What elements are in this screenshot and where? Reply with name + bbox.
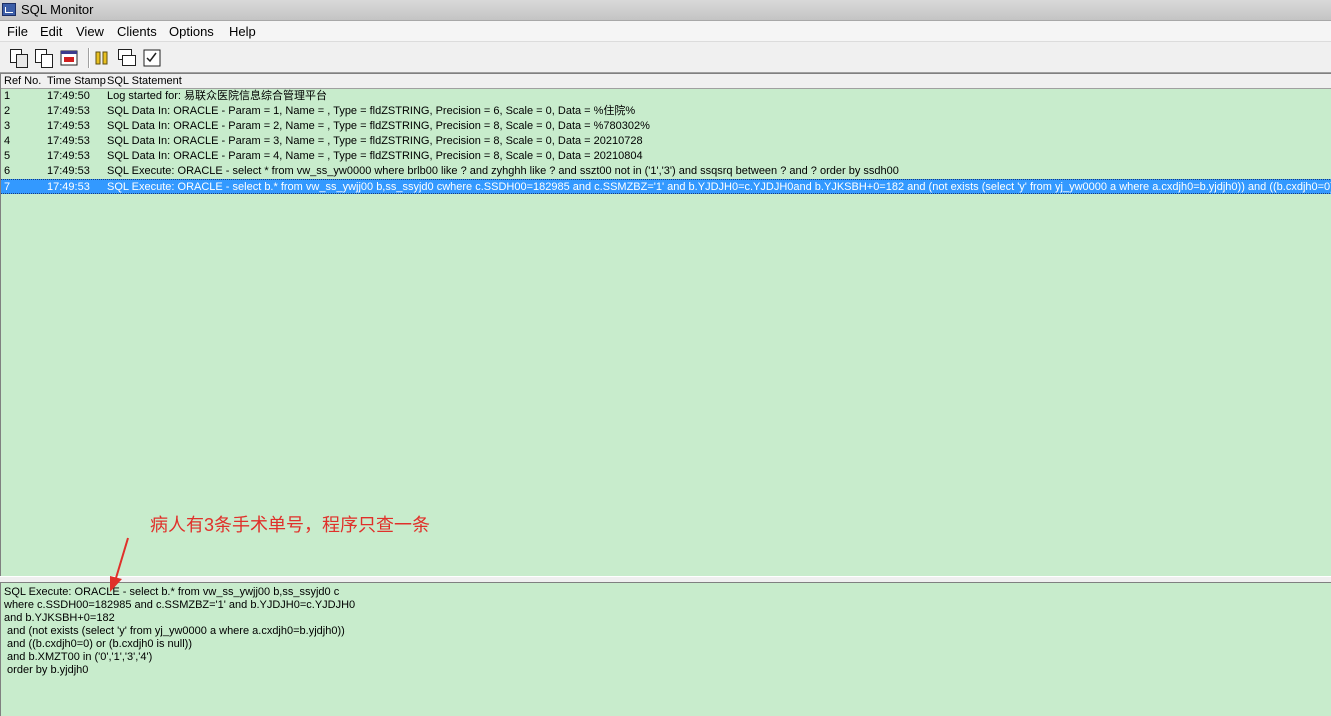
annotation-text: 病人有3条手术单号，程序只查一条: [150, 515, 431, 535]
row-ref: 5: [4, 150, 11, 162]
row-time: 17:49:53: [47, 150, 90, 162]
row-ref: 1: [4, 90, 11, 102]
table-row-selected[interactable]: 7 17:49:53 SQL Execute: ORACLE - select …: [1, 179, 1331, 194]
row-time: 17:49:53: [47, 120, 90, 132]
toolbar: [0, 42, 1331, 73]
table-row[interactable]: 3 17:49:53 SQL Data In: ORACLE - Param =…: [1, 119, 1331, 134]
detail-line: SQL Execute: ORACLE - select b.* from vw…: [4, 586, 340, 598]
header-ref-no[interactable]: Ref No.: [4, 75, 41, 87]
pane-splitter[interactable]: [0, 576, 1331, 583]
menu-clients[interactable]: Clients: [117, 24, 157, 39]
pause-icon[interactable]: [93, 49, 111, 67]
clear-log-icon[interactable]: [60, 49, 78, 67]
row-time: 17:49:50: [47, 90, 90, 102]
tile-windows-icon[interactable]: [118, 49, 136, 67]
detail-line: and b.YJKSBH+0=182: [4, 612, 115, 624]
app-icon: [2, 3, 16, 16]
table-row[interactable]: 5 17:49:53 SQL Data In: ORACLE - Param =…: [1, 149, 1331, 164]
row-time: 17:49:53: [47, 105, 90, 117]
row-ref: 2: [4, 105, 11, 117]
row-sql: SQL Data In: ORACLE - Param = 2, Name = …: [107, 120, 650, 132]
menu-file[interactable]: File: [7, 24, 28, 39]
title-bar: SQL Monitor: [0, 0, 1331, 21]
row-time: 17:49:53: [47, 135, 90, 147]
row-ref: 3: [4, 120, 11, 132]
header-sql-statement[interactable]: SQL Statement: [107, 75, 182, 87]
row-sql: Log started for: 易联众医院信息综合管理平台: [107, 90, 328, 102]
detail-line: where c.SSDH00=182985 and c.SSMZBZ='1' a…: [4, 599, 356, 611]
row-ref: 7: [4, 181, 11, 193]
table-row[interactable]: 2 17:49:53 SQL Data In: ORACLE - Param =…: [1, 104, 1331, 119]
detail-line: order by b.yjdjh0: [4, 664, 89, 676]
sql-detail-pane[interactable]: SQL Execute: ORACLE - select b.* from vw…: [0, 583, 1331, 716]
grid-rows: 1 17:49:50 Log started for: 易联众医院信息综合管理平…: [1, 89, 1331, 194]
copy-to-icon[interactable]: [10, 49, 28, 68]
row-sql: SQL Data In: ORACLE - Param = 4, Name = …: [107, 150, 643, 162]
detail-line: and (not exists (select 'y' from yj_yw00…: [4, 625, 345, 637]
toolbar-separator: [88, 48, 90, 68]
table-row[interactable]: 1 17:49:50 Log started for: 易联众医院信息综合管理平…: [1, 89, 1331, 104]
menu-view[interactable]: View: [76, 24, 104, 39]
table-row[interactable]: 4 17:49:53 SQL Data In: ORACLE - Param =…: [1, 134, 1331, 149]
row-time: 17:49:53: [47, 181, 90, 193]
copy-icon[interactable]: [35, 49, 53, 68]
table-row[interactable]: 6 17:49:53 SQL Execute: ORACLE - select …: [1, 164, 1331, 179]
row-sql: SQL Data In: ORACLE - Param = 3, Name = …: [107, 135, 643, 147]
row-sql: SQL Execute: ORACLE - select * from vw_s…: [107, 165, 899, 177]
menu-edit[interactable]: Edit: [40, 24, 62, 39]
grid-header: Ref No. Time Stamp SQL Statement: [1, 74, 1331, 89]
row-ref: 4: [4, 135, 11, 147]
detail-line: and ((b.cxdjh0=0) or (b.cxdjh0 is null)): [4, 638, 192, 650]
menu-options[interactable]: Options: [169, 24, 214, 39]
row-sql: SQL Execute: ORACLE - select b.* from vw…: [107, 181, 1331, 193]
row-sql: SQL Data In: ORACLE - Param = 1, Name = …: [107, 105, 636, 117]
header-time-stamp[interactable]: Time Stamp: [47, 75, 106, 87]
checklist-icon[interactable]: [143, 49, 161, 67]
detail-line: and b.XMZT00 in ('0','1','3','4'): [4, 651, 153, 663]
menu-bar: File Edit View Clients Options Help: [0, 21, 1331, 42]
row-time: 17:49:53: [47, 165, 90, 177]
menu-help[interactable]: Help: [229, 24, 256, 39]
row-ref: 6: [4, 165, 11, 177]
sql-log-grid: Ref No. Time Stamp SQL Statement 1 17:49…: [0, 73, 1331, 576]
window-title: SQL Monitor: [21, 2, 94, 17]
